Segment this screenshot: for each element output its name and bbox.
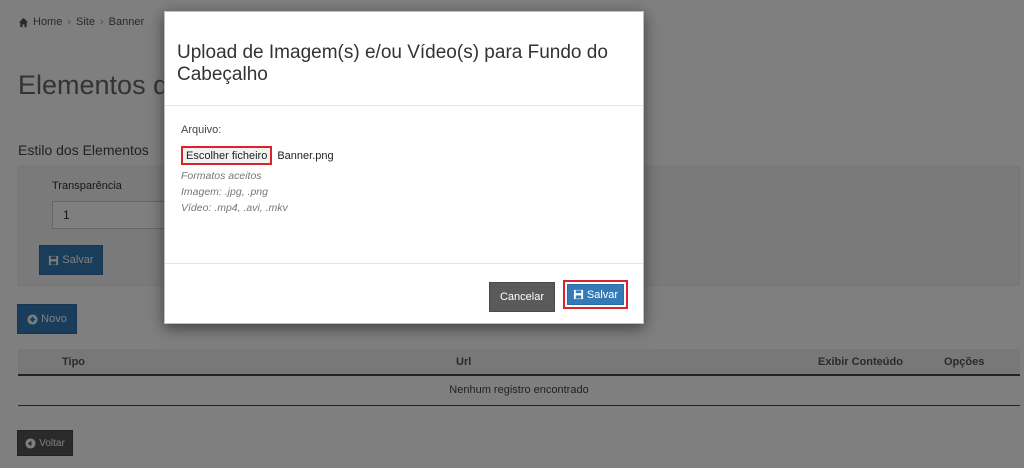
accepted-formats-help: Formatos aceitos Imagem: .jpg, .png Víde… (181, 168, 288, 216)
save-button[interactable]: Salvar (567, 284, 624, 305)
modal-title: Upload de Imagem(s) e/ou Vídeo(s) para F… (177, 42, 608, 85)
help-line: Vídeo: .mp4, .avi, .mkv (181, 202, 288, 214)
help-line: Imagem: .jpg, .png (181, 186, 268, 198)
selected-file-name: Banner.png (277, 149, 334, 162)
help-line: Formatos aceitos (181, 170, 262, 182)
file-label: Arquivo: (181, 124, 222, 136)
modal-body: Arquivo: Escolher ficheiro Banner.png Fo… (165, 106, 643, 263)
save-button-highlight: Salvar (563, 280, 628, 309)
file-input[interactable]: Escolher ficheiro Banner.png (181, 146, 334, 165)
modal-footer: Cancelar Salvar (165, 263, 643, 325)
upload-modal: Upload de Imagem(s) e/ou Vídeo(s) para F… (164, 11, 644, 324)
modal-header: Upload de Imagem(s) e/ou Vídeo(s) para F… (165, 12, 643, 106)
choose-file-button[interactable]: Escolher ficheiro (181, 146, 273, 165)
floppy-disk-icon (573, 289, 583, 300)
save-label: Salvar (586, 288, 619, 301)
cancel-button[interactable]: Cancelar (489, 282, 555, 312)
